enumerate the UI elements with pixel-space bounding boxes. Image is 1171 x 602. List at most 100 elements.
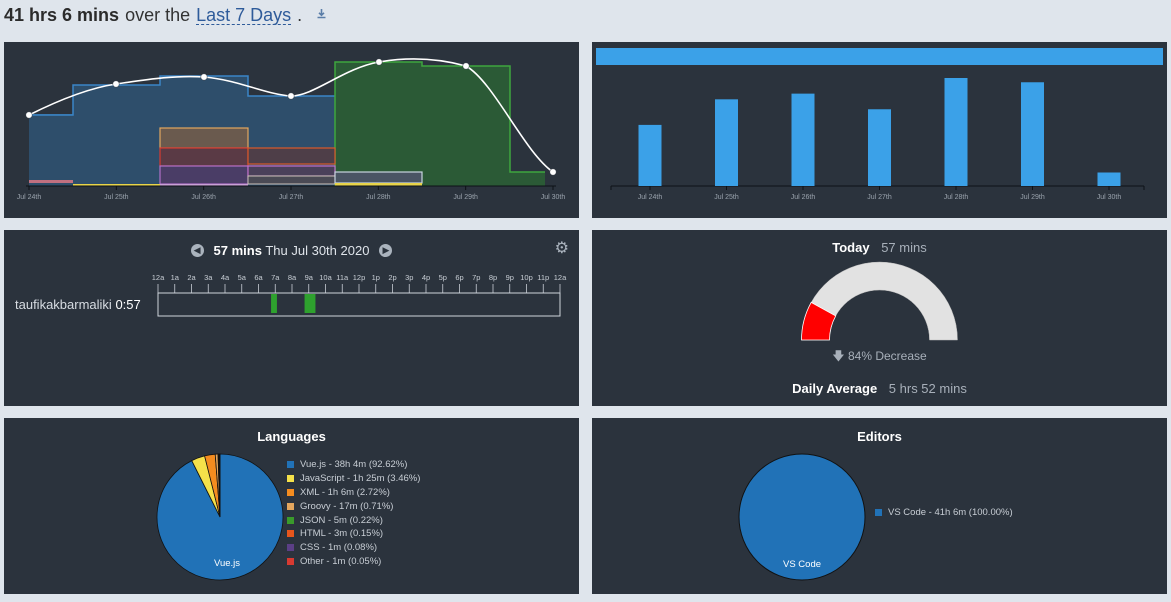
- area-css: [159, 165, 249, 185]
- day-timeline: 12a 1a 2a 3a 4a 5a 6a 7a 8a 9a 10a 11a 12p 1p 2p 3p 4p 5p…: [152, 273, 567, 317]
- x-tick-label: Jul 25th: [104, 194, 129, 201]
- legend-swatch: [287, 502, 294, 510]
- legend-item[interactable]: VS Code - 41h 6m (100.00%): [875, 506, 1013, 520]
- activity-chart: Jul 24th Jul 25th Jul 26th Jul 27th Jul 28th…: [17, 58, 566, 201]
- hour-label: 3p: [405, 273, 413, 282]
- bar[interactable]: [944, 78, 968, 186]
- bar-x-tick-label: Jul 24th: [638, 194, 663, 201]
- x-tick-label: Jul 30th: [541, 194, 566, 201]
- trend-point[interactable]: [375, 58, 383, 66]
- avg-value: 5 hrs 52 mins: [888, 381, 967, 396]
- hour-label: 10p: [520, 273, 533, 282]
- bar[interactable]: [638, 124, 662, 186]
- legend-swatch: [287, 461, 294, 469]
- summary-header: 41 hrs 6 mins over the Last 7 Days.: [4, 3, 327, 27]
- hour-label: 7p: [472, 273, 480, 282]
- legend-label: Vue.js - 38h 4m (92.62%): [300, 459, 408, 471]
- timeline-user-time: 0:57: [115, 297, 141, 312]
- editors-legend: VS Code - 41h 6m (100.00%): [875, 506, 1013, 520]
- area-xml: [334, 171, 423, 184]
- total-time: 41 hrs 6 mins: [4, 4, 120, 25]
- hour-label: 8p: [489, 273, 497, 282]
- period: .: [297, 4, 303, 25]
- hour-label: 5a: [238, 273, 247, 282]
- bar[interactable]: [1021, 82, 1044, 186]
- hour-label: 7a: [271, 273, 280, 282]
- x-tick-label: Jul 24th: [17, 194, 42, 201]
- today-gauge: [801, 261, 958, 341]
- area-groovy: [159, 127, 249, 149]
- hour-label: 5p: [439, 273, 447, 282]
- change-text: 84% Decrease: [847, 349, 927, 363]
- timeline-track: [157, 292, 561, 317]
- area-other: [159, 147, 249, 167]
- legend-swatch: [287, 488, 294, 496]
- bar[interactable]: [868, 109, 891, 186]
- activity-chart-panel: Jul 24th Jul 25th Jul 26th Jul 27th Jul 28th…: [4, 42, 579, 218]
- hour-label: 4p: [422, 273, 430, 282]
- area-html: [247, 147, 336, 165]
- trend-point[interactable]: [200, 73, 208, 81]
- x-tick-label: Jul 28th: [366, 194, 391, 201]
- project-bar[interactable]: [596, 48, 1163, 65]
- legend-item[interactable]: XML - 1h 6m (2.72%): [287, 486, 420, 500]
- today-panel: Today 57 mins 🡇 84% Decrease Daily Avera…: [592, 230, 1167, 406]
- legend-swatch: [287, 557, 294, 565]
- hour-label: 11a: [336, 273, 349, 282]
- hour-label: 6a: [254, 273, 263, 282]
- trend-point[interactable]: [112, 80, 120, 88]
- legend-label: JSON - 5m (0.22%): [300, 514, 383, 526]
- legend-item[interactable]: CSS - 1m (0.08%): [287, 541, 420, 555]
- trend-point[interactable]: [549, 168, 557, 176]
- session-block[interactable]: [271, 294, 277, 313]
- legend-item[interactable]: HTML - 3m (0.15%): [287, 527, 420, 541]
- hour-label: 11p: [537, 273, 549, 282]
- range-selector[interactable]: Last 7 Days: [196, 6, 292, 25]
- bar-x-tick-label: Jul 29th: [1020, 194, 1045, 201]
- x-tick-label: Jul 26th: [191, 194, 216, 201]
- bar[interactable]: [715, 99, 738, 186]
- legend-label: Other - 1m (0.05%): [300, 555, 382, 567]
- legend-label: VS Code - 41h 6m (100.00%): [888, 507, 1013, 519]
- legend-item[interactable]: Vue.js - 38h 4m (92.62%): [287, 458, 420, 472]
- languages-pie-label: Vue.js: [214, 558, 240, 569]
- hour-label: 10a: [319, 273, 332, 282]
- hour-label: 4a: [221, 273, 230, 282]
- x-tick-label: Jul 27th: [279, 194, 304, 201]
- legend-label: XML - 1h 6m (2.72%): [300, 486, 390, 498]
- bar[interactable]: [791, 93, 815, 186]
- hour-label: 2a: [187, 273, 196, 282]
- timeline-user-row: taufikakbarmaliki 0:57: [15, 297, 141, 312]
- legend-swatch: [287, 544, 294, 552]
- session-block[interactable]: [304, 294, 316, 313]
- legend-swatch: [875, 509, 882, 517]
- legend-label: HTML - 3m (0.15%): [300, 528, 384, 540]
- trend-point[interactable]: [25, 111, 33, 119]
- trend-point[interactable]: [462, 62, 470, 70]
- legend-item[interactable]: Other - 1m (0.05%): [287, 555, 420, 569]
- editors-panel: Editors VS Code VS Code - 41h 6m (100.00…: [592, 418, 1167, 594]
- legend-item[interactable]: JSON - 5m (0.22%): [287, 513, 420, 527]
- hour-label: 9p: [506, 273, 514, 282]
- change-indicator: 🡇 84% Decrease: [592, 347, 1167, 368]
- legend-label: Groovy - 17m (0.71%): [300, 500, 394, 512]
- timeline-user: taufikakbarmaliki: [15, 297, 112, 312]
- download-icon[interactable]: [316, 8, 327, 22]
- arrow-down-icon: 🡇: [832, 349, 845, 363]
- languages-panel: Languages Vue.js Vue.js - 38h 4m (92.62%…: [4, 418, 579, 594]
- x-tick-label: Jul 29th: [453, 194, 478, 201]
- bar-x-tick-label: Jul 27th: [867, 194, 892, 201]
- legend-label: CSS - 1m (0.08%): [300, 542, 378, 554]
- trend-point[interactable]: [287, 92, 295, 100]
- legend-item[interactable]: Groovy - 17m (0.71%): [287, 499, 420, 513]
- legend-swatch: [287, 530, 294, 538]
- hour-label: 12a: [152, 273, 165, 282]
- hour-label: 12p: [353, 273, 366, 282]
- bar[interactable]: [1097, 172, 1121, 187]
- languages-legend: Vue.js - 38h 4m (92.62%) JavaScript - 1h …: [287, 458, 420, 568]
- legend-item[interactable]: JavaScript - 1h 25m (3.46%): [287, 472, 420, 486]
- legend-swatch: [287, 516, 294, 524]
- editors-pie-label: VS Code: [783, 559, 821, 570]
- daily-average: Daily Average 5 hrs 52 mins: [592, 381, 1167, 396]
- bar-x-tick-label: Jul 26th: [791, 194, 816, 201]
